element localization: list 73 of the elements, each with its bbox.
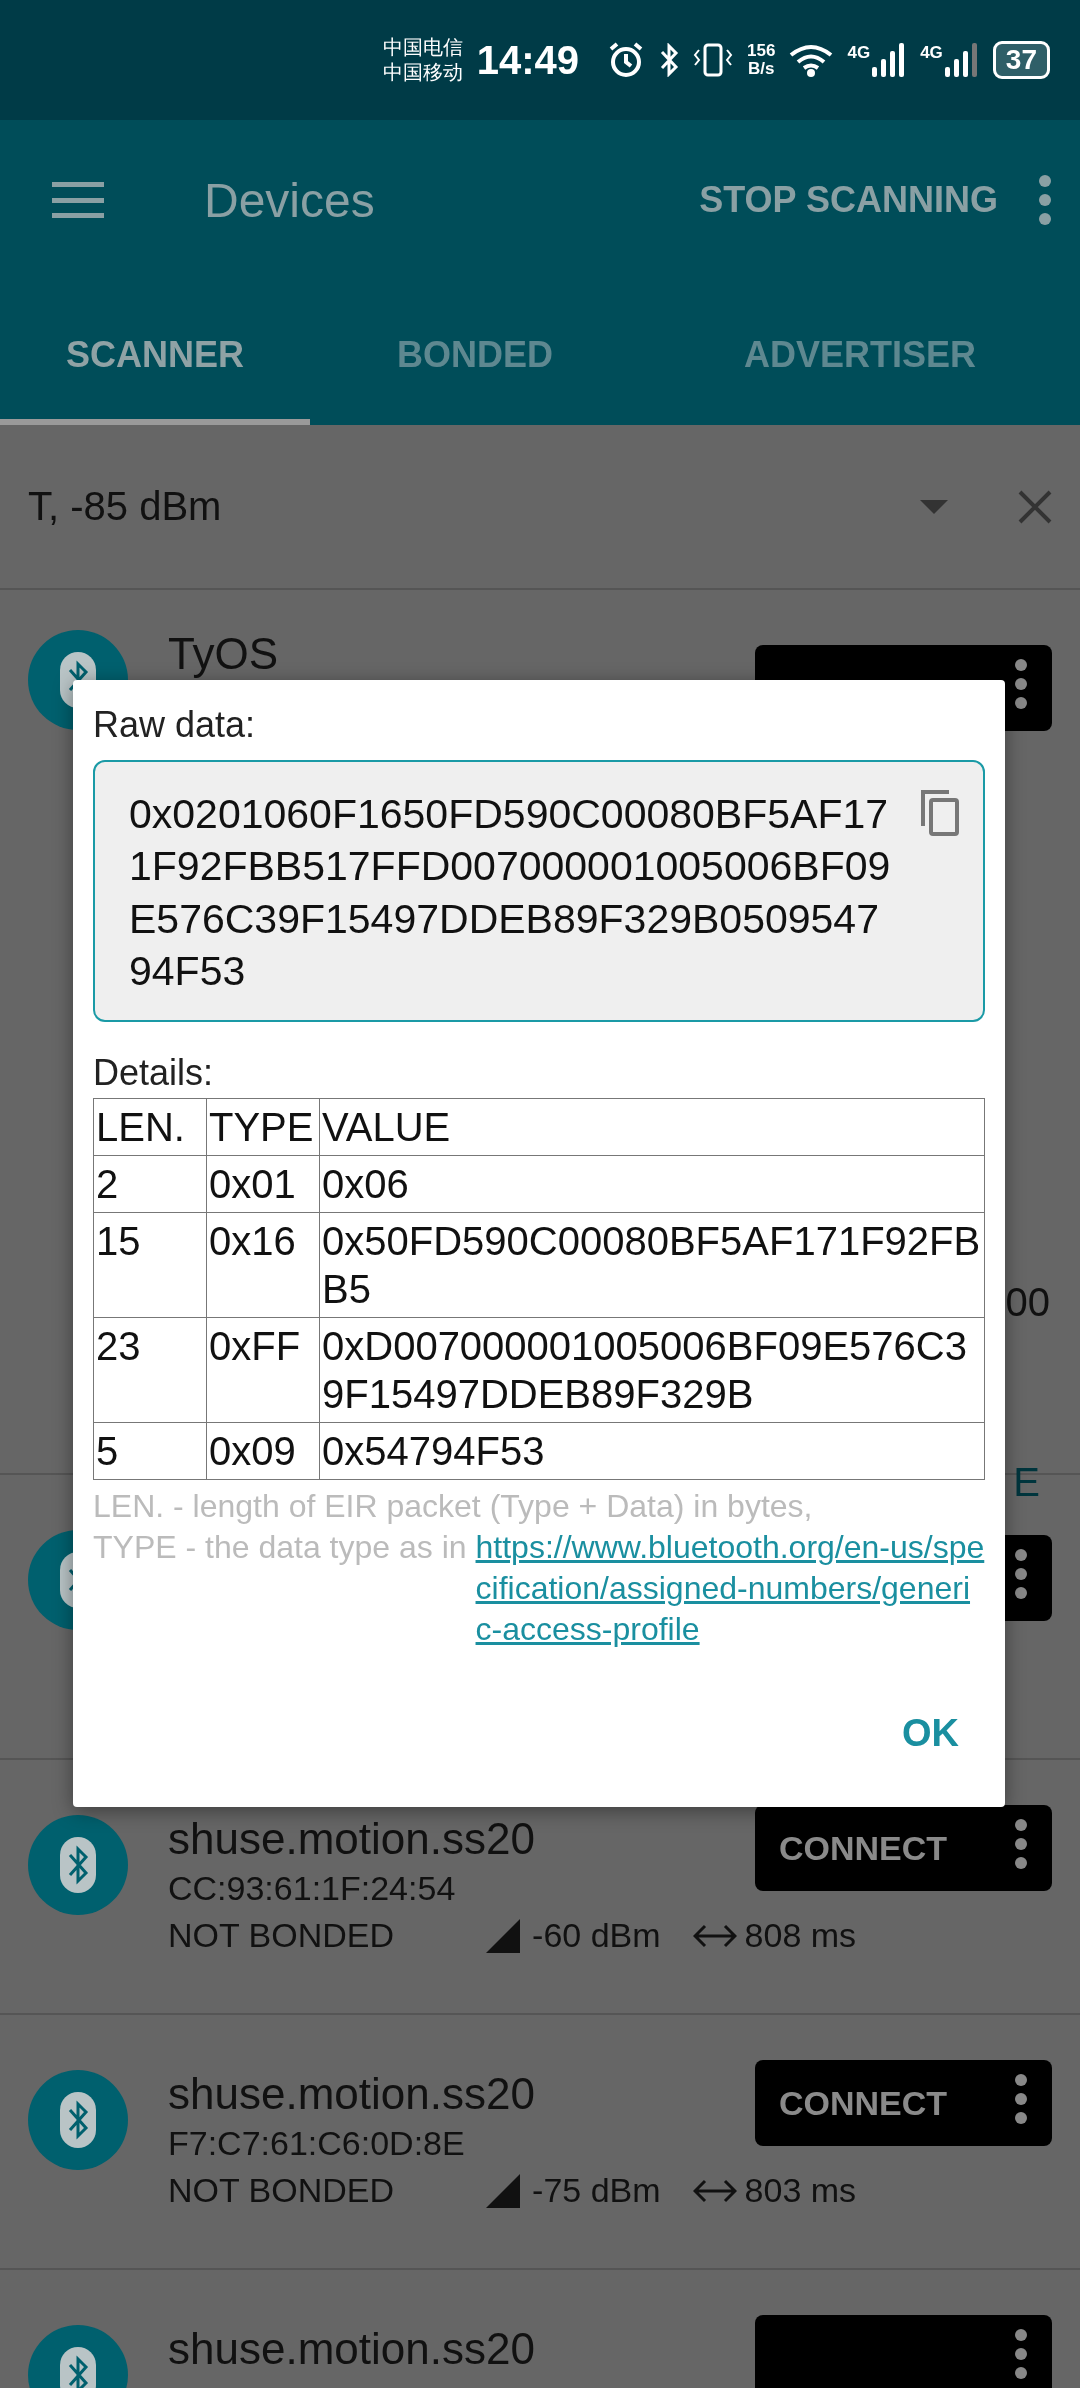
table-cell: 0xFF <box>206 1317 320 1423</box>
note-text: TYPE - the data type as in <box>93 1527 467 1567</box>
network-speed: B/s <box>748 60 775 78</box>
column-header: VALUE <box>319 1098 985 1156</box>
note-text: LEN. - length of EIR packet (Type + Data) in bytes, <box>93 1486 814 1526</box>
table-cell: 0x54794F53 <box>319 1422 985 1480</box>
filter-text[interactable]: T, -85 dBm <box>28 484 920 529</box>
table-cell: 0x06 <box>319 1155 985 1213</box>
table-cell: 23 <box>93 1317 207 1423</box>
device-name: shuse.motion.ss20 <box>168 2325 535 2374</box>
app-title: Devices <box>204 172 376 228</box>
more-icon[interactable] <box>1014 658 1028 710</box>
device-address: CC:93:61:1F:24:54 <box>168 1869 456 1909</box>
more-icon[interactable] <box>1014 2073 1028 2125</box>
stop-scanning-button[interactable]: STOP SCANNING <box>699 179 998 221</box>
table-cell: 0x09 <box>206 1422 320 1480</box>
interval-arrows-icon <box>692 2177 737 2204</box>
table-cell: 0xD007000001005006BF09E576C39F15497DDEB89F329B <box>319 1317 985 1423</box>
network-speed: 156 <box>747 42 776 60</box>
table-cell: 0x01 <box>206 1155 320 1213</box>
more-icon[interactable] <box>1014 1548 1028 1600</box>
tab[interactable]: BONDED <box>310 280 640 425</box>
raw-data-field[interactable]: 0x0201060F1650FD590C00080BF5AF171F92FBB517FFD007000001005006BF09E576C39F15497DDEB89F329B050954794F53 <box>93 760 985 1022</box>
more-icon[interactable] <box>1038 174 1052 226</box>
signal-icon <box>872 43 907 77</box>
dropdown-icon[interactable] <box>920 499 948 514</box>
interval-value: 803 ms <box>744 2171 857 2211</box>
clock: 14:49 <box>476 37 580 83</box>
table-cell: 2 <box>93 1155 207 1213</box>
signal-icon <box>486 2173 521 2208</box>
spec-link[interactable]: https://www.bluetooth.org/en-us/specification/assigned-numbers/generic-access-profile <box>475 1526 985 1650</box>
raw-data-label: Raw data: <box>93 704 257 746</box>
interval-arrows-icon <box>692 1922 737 1949</box>
network-type: 4G <box>920 43 943 63</box>
device-name: TyOS <box>168 630 279 679</box>
tab[interactable]: ADVERTISER <box>640 280 1080 425</box>
device-name: shuse.motion.ss20 <box>168 2070 535 2119</box>
connect-button[interactable]: CONNECT <box>755 1805 1052 1891</box>
table-cell: 5 <box>93 1422 207 1480</box>
wifi-icon <box>789 43 834 77</box>
interval-value: 808 ms <box>744 1916 857 1956</box>
column-header: LEN. <box>93 1098 207 1156</box>
vibrate-icon <box>693 42 734 78</box>
table-cell: 0x16 <box>206 1212 320 1318</box>
column-header: TYPE <box>206 1098 320 1156</box>
device-name: shuse.motion.ss20 <box>168 1815 535 1864</box>
table-cell: 15 <box>93 1212 207 1318</box>
bluetooth-icon <box>659 43 680 77</box>
bond-state: NOT BONDED <box>168 1916 395 1956</box>
tab[interactable]: SCANNER <box>0 280 310 425</box>
device-address: F7:C7:61:C6:0D:8E <box>168 2124 465 2164</box>
signal-icon <box>944 43 979 77</box>
carrier-name: 中国移动 <box>382 60 463 85</box>
carrier-name: 中国电信 <box>382 35 463 60</box>
more-icon[interactable] <box>1014 1818 1028 1870</box>
battery-level: 37 <box>992 41 1050 79</box>
menu-icon[interactable] <box>52 182 104 218</box>
ok-button[interactable]: OK <box>876 1699 985 1767</box>
bluetooth-icon <box>60 2092 96 2148</box>
signal-icon <box>486 1918 521 1953</box>
more-icon[interactable] <box>1014 2328 1028 2380</box>
connect-button[interactable]: CONNECT <box>755 2060 1052 2146</box>
table-cell: 0x50FD590C00080BF5AF171F92FBB5 <box>319 1212 985 1318</box>
rssi-value: -60 dBm <box>532 1916 661 1956</box>
network-type: 4G <box>847 43 871 63</box>
value-text: 00 <box>1005 1280 1050 1325</box>
action-text[interactable]: E <box>1013 1460 1040 1505</box>
bluetooth-icon <box>60 1837 96 1893</box>
bond-state: NOT BONDED <box>168 2171 395 2211</box>
copy-icon[interactable] <box>919 788 959 836</box>
details-label: Details: <box>93 1051 215 1094</box>
close-icon[interactable] <box>1018 489 1052 524</box>
rssi-value: -75 dBm <box>532 2171 661 2211</box>
